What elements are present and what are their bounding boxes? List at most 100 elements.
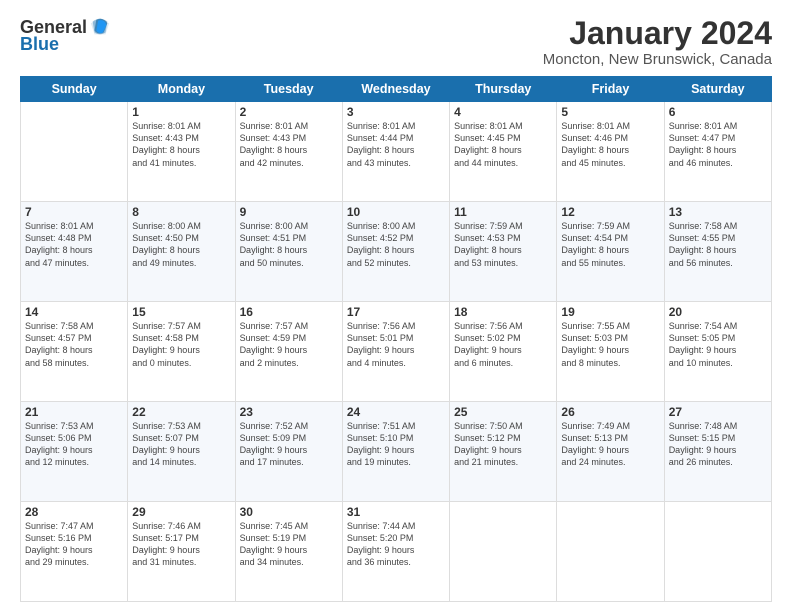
day-number: 17 xyxy=(347,305,445,319)
day-info: Sunrise: 8:00 AM Sunset: 4:52 PM Dayligh… xyxy=(347,220,445,269)
day-info: Sunrise: 7:51 AM Sunset: 5:10 PM Dayligh… xyxy=(347,420,445,469)
day-info: Sunrise: 8:01 AM Sunset: 4:45 PM Dayligh… xyxy=(454,120,552,169)
weekday-header-friday: Friday xyxy=(557,77,664,102)
logo-blue-text: Blue xyxy=(20,34,59,55)
day-number: 6 xyxy=(669,105,767,119)
day-number: 30 xyxy=(240,505,338,519)
calendar-cell: 10Sunrise: 8:00 AM Sunset: 4:52 PM Dayli… xyxy=(342,202,449,302)
day-number: 23 xyxy=(240,405,338,419)
calendar-cell: 24Sunrise: 7:51 AM Sunset: 5:10 PM Dayli… xyxy=(342,402,449,502)
calendar-title: January 2024 xyxy=(543,16,772,51)
day-info: Sunrise: 7:58 AM Sunset: 4:57 PM Dayligh… xyxy=(25,320,123,369)
weekday-header-saturday: Saturday xyxy=(664,77,771,102)
calendar-cell: 30Sunrise: 7:45 AM Sunset: 5:19 PM Dayli… xyxy=(235,502,342,602)
day-info: Sunrise: 7:53 AM Sunset: 5:06 PM Dayligh… xyxy=(25,420,123,469)
day-number: 19 xyxy=(561,305,659,319)
calendar-cell: 15Sunrise: 7:57 AM Sunset: 4:58 PM Dayli… xyxy=(128,302,235,402)
day-info: Sunrise: 8:00 AM Sunset: 4:50 PM Dayligh… xyxy=(132,220,230,269)
calendar-cell: 1Sunrise: 8:01 AM Sunset: 4:43 PM Daylig… xyxy=(128,102,235,202)
calendar-cell: 13Sunrise: 7:58 AM Sunset: 4:55 PM Dayli… xyxy=(664,202,771,302)
day-info: Sunrise: 7:56 AM Sunset: 5:02 PM Dayligh… xyxy=(454,320,552,369)
day-number: 21 xyxy=(25,405,123,419)
calendar-cell: 2Sunrise: 8:01 AM Sunset: 4:43 PM Daylig… xyxy=(235,102,342,202)
day-number: 11 xyxy=(454,205,552,219)
calendar-cell: 17Sunrise: 7:56 AM Sunset: 5:01 PM Dayli… xyxy=(342,302,449,402)
calendar-cell: 4Sunrise: 8:01 AM Sunset: 4:45 PM Daylig… xyxy=(450,102,557,202)
weekday-header-thursday: Thursday xyxy=(450,77,557,102)
weekday-header-tuesday: Tuesday xyxy=(235,77,342,102)
calendar-cell: 8Sunrise: 8:00 AM Sunset: 4:50 PM Daylig… xyxy=(128,202,235,302)
calendar-cell xyxy=(557,502,664,602)
calendar-table: SundayMondayTuesdayWednesdayThursdayFrid… xyxy=(20,76,772,602)
day-number: 28 xyxy=(25,505,123,519)
day-number: 15 xyxy=(132,305,230,319)
day-info: Sunrise: 8:01 AM Sunset: 4:46 PM Dayligh… xyxy=(561,120,659,169)
day-info: Sunrise: 8:01 AM Sunset: 4:44 PM Dayligh… xyxy=(347,120,445,169)
day-number: 5 xyxy=(561,105,659,119)
day-number: 7 xyxy=(25,205,123,219)
page: General Blue January 2024 Moncton, New B… xyxy=(0,0,792,612)
day-number: 10 xyxy=(347,205,445,219)
day-number: 27 xyxy=(669,405,767,419)
day-info: Sunrise: 7:50 AM Sunset: 5:12 PM Dayligh… xyxy=(454,420,552,469)
calendar-cell: 23Sunrise: 7:52 AM Sunset: 5:09 PM Dayli… xyxy=(235,402,342,502)
weekday-header-wednesday: Wednesday xyxy=(342,77,449,102)
day-number: 9 xyxy=(240,205,338,219)
calendar-cell: 20Sunrise: 7:54 AM Sunset: 5:05 PM Dayli… xyxy=(664,302,771,402)
day-info: Sunrise: 8:01 AM Sunset: 4:43 PM Dayligh… xyxy=(240,120,338,169)
calendar-cell: 29Sunrise: 7:46 AM Sunset: 5:17 PM Dayli… xyxy=(128,502,235,602)
day-info: Sunrise: 7:44 AM Sunset: 5:20 PM Dayligh… xyxy=(347,520,445,569)
day-info: Sunrise: 7:45 AM Sunset: 5:19 PM Dayligh… xyxy=(240,520,338,569)
day-number: 25 xyxy=(454,405,552,419)
day-number: 16 xyxy=(240,305,338,319)
day-number: 4 xyxy=(454,105,552,119)
day-number: 1 xyxy=(132,105,230,119)
day-info: Sunrise: 7:49 AM Sunset: 5:13 PM Dayligh… xyxy=(561,420,659,469)
calendar-cell: 6Sunrise: 8:01 AM Sunset: 4:47 PM Daylig… xyxy=(664,102,771,202)
day-number: 22 xyxy=(132,405,230,419)
calendar-cell: 7Sunrise: 8:01 AM Sunset: 4:48 PM Daylig… xyxy=(21,202,128,302)
day-number: 29 xyxy=(132,505,230,519)
calendar-cell: 21Sunrise: 7:53 AM Sunset: 5:06 PM Dayli… xyxy=(21,402,128,502)
day-info: Sunrise: 7:59 AM Sunset: 4:53 PM Dayligh… xyxy=(454,220,552,269)
weekday-header-monday: Monday xyxy=(128,77,235,102)
calendar-week-2: 7Sunrise: 8:01 AM Sunset: 4:48 PM Daylig… xyxy=(21,202,772,302)
day-info: Sunrise: 7:57 AM Sunset: 4:59 PM Dayligh… xyxy=(240,320,338,369)
calendar-cell: 28Sunrise: 7:47 AM Sunset: 5:16 PM Dayli… xyxy=(21,502,128,602)
day-number: 31 xyxy=(347,505,445,519)
day-info: Sunrise: 7:53 AM Sunset: 5:07 PM Dayligh… xyxy=(132,420,230,469)
day-number: 18 xyxy=(454,305,552,319)
calendar-cell: 5Sunrise: 8:01 AM Sunset: 4:46 PM Daylig… xyxy=(557,102,664,202)
calendar-cell: 14Sunrise: 7:58 AM Sunset: 4:57 PM Dayli… xyxy=(21,302,128,402)
day-number: 24 xyxy=(347,405,445,419)
day-info: Sunrise: 8:01 AM Sunset: 4:48 PM Dayligh… xyxy=(25,220,123,269)
calendar-location: Moncton, New Brunswick, Canada xyxy=(543,51,772,68)
calendar-cell: 12Sunrise: 7:59 AM Sunset: 4:54 PM Dayli… xyxy=(557,202,664,302)
calendar-cell: 16Sunrise: 7:57 AM Sunset: 4:59 PM Dayli… xyxy=(235,302,342,402)
day-number: 14 xyxy=(25,305,123,319)
day-info: Sunrise: 7:55 AM Sunset: 5:03 PM Dayligh… xyxy=(561,320,659,369)
day-info: Sunrise: 7:56 AM Sunset: 5:01 PM Dayligh… xyxy=(347,320,445,369)
weekday-header-row: SundayMondayTuesdayWednesdayThursdayFrid… xyxy=(21,77,772,102)
day-number: 26 xyxy=(561,405,659,419)
calendar-cell: 31Sunrise: 7:44 AM Sunset: 5:20 PM Dayli… xyxy=(342,502,449,602)
day-number: 13 xyxy=(669,205,767,219)
day-info: Sunrise: 8:01 AM Sunset: 4:47 PM Dayligh… xyxy=(669,120,767,169)
day-info: Sunrise: 7:57 AM Sunset: 4:58 PM Dayligh… xyxy=(132,320,230,369)
logo: General Blue xyxy=(20,16,111,55)
day-number: 12 xyxy=(561,205,659,219)
calendar-cell: 3Sunrise: 8:01 AM Sunset: 4:44 PM Daylig… xyxy=(342,102,449,202)
calendar-cell xyxy=(450,502,557,602)
day-number: 2 xyxy=(240,105,338,119)
weekday-header-sunday: Sunday xyxy=(21,77,128,102)
logo-icon xyxy=(89,16,111,38)
calendar-week-1: 1Sunrise: 8:01 AM Sunset: 4:43 PM Daylig… xyxy=(21,102,772,202)
calendar-cell xyxy=(21,102,128,202)
day-info: Sunrise: 8:01 AM Sunset: 4:43 PM Dayligh… xyxy=(132,120,230,169)
day-number: 8 xyxy=(132,205,230,219)
day-info: Sunrise: 7:59 AM Sunset: 4:54 PM Dayligh… xyxy=(561,220,659,269)
calendar-week-5: 28Sunrise: 7:47 AM Sunset: 5:16 PM Dayli… xyxy=(21,502,772,602)
calendar-cell: 22Sunrise: 7:53 AM Sunset: 5:07 PM Dayli… xyxy=(128,402,235,502)
day-info: Sunrise: 7:48 AM Sunset: 5:15 PM Dayligh… xyxy=(669,420,767,469)
day-number: 3 xyxy=(347,105,445,119)
